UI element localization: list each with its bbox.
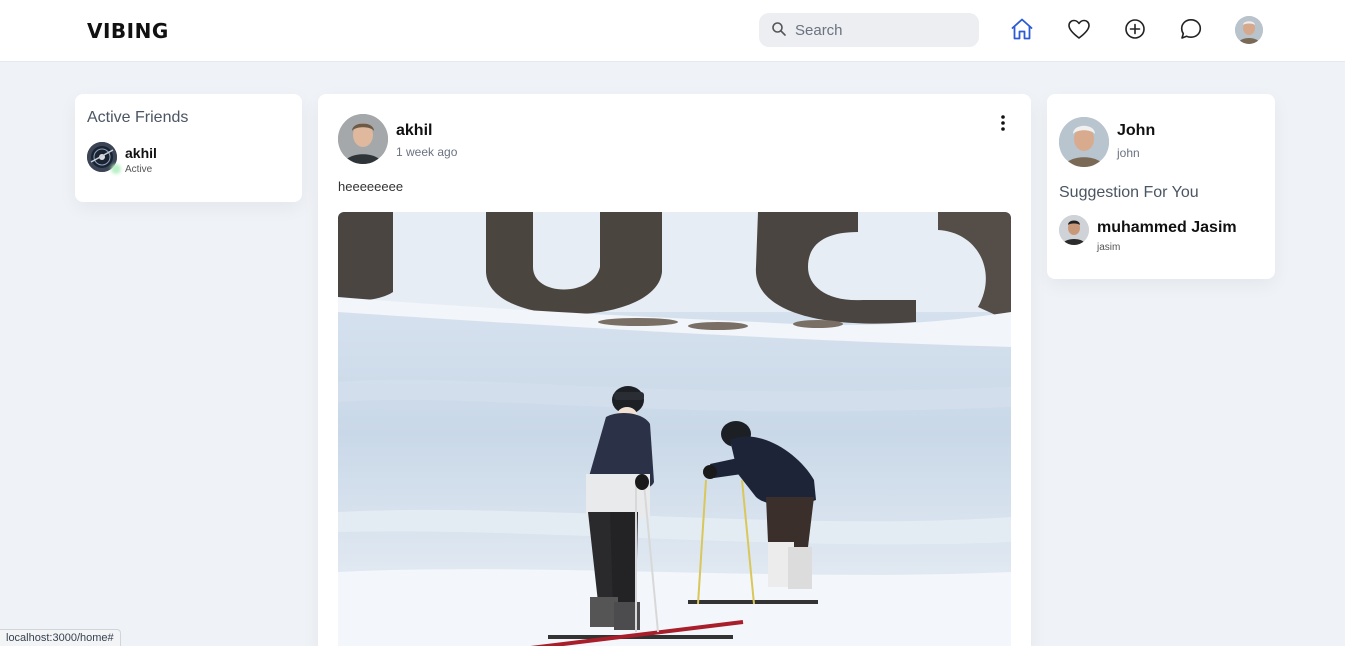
suggestions-title: Suggestion For You [1059, 184, 1199, 201]
profile-name[interactable]: John [1117, 122, 1155, 140]
search-box[interactable] [759, 13, 979, 47]
active-friends-card: Active Friends akhil Active [75, 94, 302, 202]
suggestion-name: muhammed Jasim [1097, 219, 1237, 236]
friend-status: Active [125, 164, 153, 175]
profile-card: John john Suggestion For You muhammed Ja… [1047, 94, 1275, 279]
online-indicator [111, 164, 121, 174]
post-author-avatar[interactable] [338, 114, 388, 164]
more-options-icon[interactable] [996, 114, 1010, 132]
heart-icon[interactable] [1066, 16, 1092, 42]
search-icon [772, 22, 786, 36]
active-friends-title: Active Friends [87, 109, 189, 126]
chat-icon[interactable] [1178, 16, 1204, 42]
post-timestamp: 1 week ago [396, 145, 458, 159]
profile-handle: john [1117, 146, 1140, 160]
browser-status-url: localhost:3000/home# [0, 629, 121, 646]
suggestion-item[interactable]: muhammed Jasim jasim [1059, 215, 1264, 255]
active-friend-item[interactable]: akhil Active [87, 142, 287, 178]
plus-circle-icon[interactable] [1122, 16, 1148, 42]
user-avatar[interactable] [1235, 16, 1263, 44]
top-navbar: VIBING [0, 0, 1345, 62]
app-logo[interactable]: VIBING [87, 19, 169, 43]
profile-avatar[interactable] [1059, 117, 1109, 167]
search-input[interactable] [795, 13, 970, 47]
post-card: akhil 1 week ago heeeeeeee [318, 94, 1031, 646]
post-author-name[interactable]: akhil [396, 122, 432, 140]
user-avatar-image [1235, 16, 1263, 44]
post-photo [338, 212, 1011, 646]
post-image[interactable] [338, 212, 1011, 646]
post-caption: heeeeeeee [338, 179, 404, 194]
home-icon[interactable] [1009, 16, 1035, 42]
friend-name: akhil [125, 145, 157, 161]
suggestion-handle: jasim [1097, 242, 1121, 253]
suggestion-avatar [1059, 215, 1089, 245]
